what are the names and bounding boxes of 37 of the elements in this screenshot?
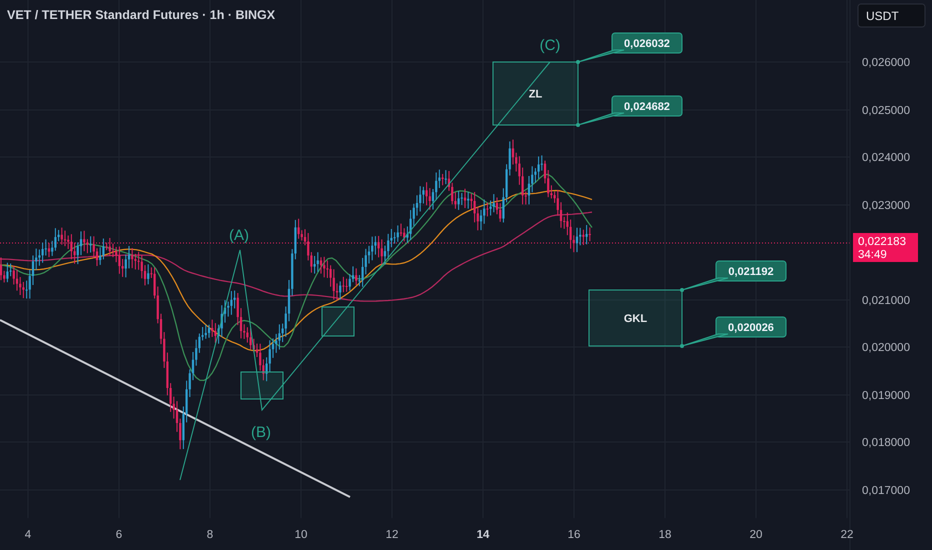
zone-box[interactable] (588, 290, 682, 346)
zone-label: ZL (528, 88, 542, 100)
trend-line[interactable] (0, 319, 350, 498)
wave-label: (C) (540, 37, 560, 54)
price-callout: 0,024682 (576, 96, 682, 127)
price-axis-label: 0,019000 (862, 390, 910, 402)
date-axis-label: 8 (206, 529, 214, 541)
price-callout: 0,021192 (680, 260, 786, 292)
wave-label: (A) (229, 227, 249, 244)
zone-box[interactable] (492, 62, 578, 126)
wave-line[interactable] (180, 62, 550, 480)
price-axis-label: 0,018000 (862, 437, 910, 449)
price-axis-label: 0,023000 (862, 200, 910, 212)
price-axis-label: 0,024000 (862, 152, 910, 164)
current-price-tag: 0,022183 34:49 (853, 233, 918, 262)
date-axis-label: 14 (476, 529, 490, 541)
price-axis-label: 0,025000 (862, 105, 910, 117)
wave-label: (B) (251, 424, 271, 441)
price-callout: 0,020026 (680, 316, 786, 348)
price-axis-label: 0,026000 (862, 57, 910, 69)
date-axis-label: 4 (24, 529, 32, 541)
price-axis-label: 0,020000 (862, 342, 910, 354)
price-axis-label: 0,021000 (862, 295, 910, 307)
marker-box[interactable] (322, 306, 354, 336)
marker-box[interactable] (240, 372, 284, 400)
chart-title: VET / TETHER Standard Futures · 1h · BINGX (7, 8, 276, 22)
date-axis-label: 22 (840, 529, 854, 541)
date-axis-label: 10 (294, 529, 308, 541)
date-axis-label: 20 (750, 529, 762, 541)
price-axis-label: 0,017000 (862, 485, 910, 497)
date-axis-label: 6 (116, 529, 122, 541)
currency-button[interactable]: USDT (858, 4, 926, 28)
date-axis-label: 12 (386, 529, 398, 541)
date-axis-label: 16 (568, 529, 580, 541)
date-axis-label: 18 (658, 529, 672, 541)
price-callout: 0,026032 (576, 32, 682, 64)
zone-label: GKL (624, 313, 648, 325)
